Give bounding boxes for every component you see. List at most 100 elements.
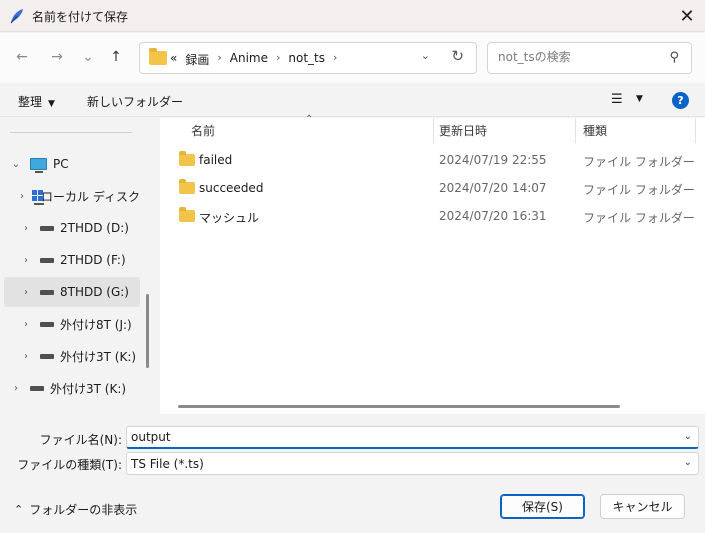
search-box[interactable]: ⚲ [487,42,692,74]
arrow-up-icon: ↑ [110,49,122,65]
hide-folders-button[interactable]: ⌃ フォルダーの非表示 [14,501,137,518]
chevron-down-icon[interactable]: ⌄ [684,431,692,442]
chevron-right-icon[interactable]: › [20,255,32,266]
breadcrumb: « 録画 › Anime › not_ts › [170,51,337,68]
filename-label: ファイル名(N): [39,433,122,447]
cancel-button[interactable]: キャンセル [600,494,685,519]
chevron-right-icon[interactable]: › [217,51,221,68]
window-title: 名前を付けて保存 [32,10,129,24]
help-icon[interactable]: ? [672,92,689,109]
sidebar-item-drive-k-root[interactable]: › 外付け3T (K:) [4,373,140,403]
chevron-down-icon[interactable]: ⌄ [684,457,692,468]
file-type: ファイル フォルダー [583,183,695,197]
sidebar-item-pc[interactable]: ⌄ PC [4,149,140,179]
chevron-right-icon[interactable]: › [333,51,337,68]
forward-button[interactable]: → [46,46,68,68]
chevron-right-icon[interactable]: › [20,319,32,330]
column-divider[interactable] [575,118,576,143]
address-dropdown-icon[interactable]: ⌄ [421,49,430,62]
column-header-date[interactable]: 更新日時 [439,118,487,143]
back-button[interactable]: ← [11,46,33,68]
organize-button[interactable]: 整理 ▼ [18,93,55,110]
address-bar[interactable]: « 録画 › Anime › not_ts › ⌄ ↻ [139,42,477,74]
search-input[interactable] [498,50,658,64]
sidebar-item-label: 外付け3T (K:) [50,381,127,396]
sidebar-item-label: 2THDD (F:) [60,253,126,267]
filetype-select[interactable]: TS File (*.ts) ⌄ [126,452,699,475]
sidebar-item-label: ローカル ディスク [41,189,140,204]
arrow-left-icon: ← [16,49,28,65]
divider [10,132,132,133]
local-disk-icon [32,190,45,205]
column-header-name[interactable]: 名前 [191,118,215,143]
view-list-icon[interactable]: ☰ [611,92,623,107]
sidebar-item-drive-k[interactable]: › 外付け3T (K:) [4,341,140,371]
sidebar-item-drive-d[interactable]: › 2THDD (D:) [4,213,140,243]
navigation-bar: ← → ⌄ ↑ « 録画 › Anime › not_ts › ⌄ ↻ ⚲ [0,33,705,83]
drive-icon [40,257,54,263]
caret-down-icon[interactable]: ▼ [636,94,643,104]
filename-combobox[interactable]: ⌄ [126,426,699,449]
file-date: 2024/07/20 14:07 [439,181,547,195]
breadcrumb-overflow[interactable]: « [170,51,177,68]
arrow-right-icon: → [51,49,63,65]
recent-locations-button[interactable]: ⌄ [77,46,99,68]
drive-icon [40,289,54,295]
command-bar: 整理 ▼ 新しいフォルダー ☰ ▼ ? [0,83,705,117]
breadcrumb-item[interactable]: 録画 [185,51,209,68]
search-icon[interactable]: ⚲ [669,50,679,65]
chevron-down-icon[interactable]: ⌄ [10,159,22,170]
sidebar-item-drive-f[interactable]: › 2THDD (F:) [4,245,140,275]
column-divider[interactable] [695,118,696,143]
sidebar-item-label: PC [53,157,69,171]
sidebar-item-drive-j[interactable]: › 外付け8T (J:) [4,309,140,339]
filename-input[interactable] [131,430,671,444]
file-row[interactable]: failed 2024/07/19 22:55 ファイル フォルダー [160,146,705,174]
up-button[interactable]: ↑ [105,46,127,68]
save-button[interactable]: 保存(S) [500,494,585,519]
sidebar-item-label: 外付け3T (K:) [60,349,137,364]
chevron-right-icon[interactable]: › [20,351,32,362]
breadcrumb-item[interactable]: not_ts [288,51,325,68]
sidebar-scrollbar[interactable] [146,294,149,368]
app-feather-icon [10,9,23,24]
folder-icon [149,48,167,65]
breadcrumb-item[interactable]: Anime [230,51,268,68]
column-divider[interactable] [433,118,434,143]
new-folder-button[interactable]: 新しいフォルダー [87,93,183,110]
chevron-right-icon[interactable]: › [20,191,24,202]
sidebar-item-drive-g[interactable]: › 8THDD (G:) [4,277,140,307]
filetype-value: TS File (*.ts) [131,457,204,471]
drive-icon [40,353,54,359]
hide-folders-label: フォルダーの非表示 [29,503,138,517]
file-row[interactable]: マッシュル 2024/07/20 16:31 ファイル フォルダー [160,202,705,230]
chevron-right-icon[interactable]: › [10,383,22,394]
file-name: マッシュル [199,211,260,225]
file-row[interactable]: succeeded 2024/07/20 14:07 ファイル フォルダー [160,174,705,202]
folder-icon [179,207,195,222]
filetype-label: ファイルの種類(T): [17,458,122,472]
save-options: ファイル名(N): ⌄ ファイルの種類(T): TS File (*.ts) ⌄… [0,414,705,533]
file-name: succeeded [199,181,264,195]
close-button[interactable]: ✕ [669,0,705,32]
chevron-right-icon[interactable]: › [20,223,32,234]
organize-label: 整理 [18,95,43,109]
file-date: 2024/07/20 16:31 [439,209,547,223]
chevron-right-icon[interactable]: › [276,51,280,68]
file-type: ファイル フォルダー [583,211,695,225]
chevron-right-icon[interactable]: › [20,287,32,298]
refresh-icon[interactable]: ↻ [451,47,464,65]
horizontal-scrollbar[interactable] [178,405,620,408]
caret-down-icon: ▼ [48,99,55,109]
column-header-type[interactable]: 種類 [583,118,607,143]
drive-icon [30,385,44,391]
navigation-pane: ⌄ PC › ローカル ディスク › 2THDD (D:) › 2THDD (F… [0,118,158,414]
sidebar-item-label: 外付け8T (J:) [60,317,132,332]
sort-ascending-icon: ⌃ [305,114,314,125]
folder-icon [179,151,195,166]
sidebar-item-local-disk[interactable]: › ローカル ディスク [4,181,140,211]
chevron-down-icon: ⌄ [82,49,94,65]
title-bar: 名前を付けて保存 ✕ [0,0,705,32]
sidebar-item-label: 2THDD (D:) [60,221,129,235]
close-icon: ✕ [679,5,695,27]
